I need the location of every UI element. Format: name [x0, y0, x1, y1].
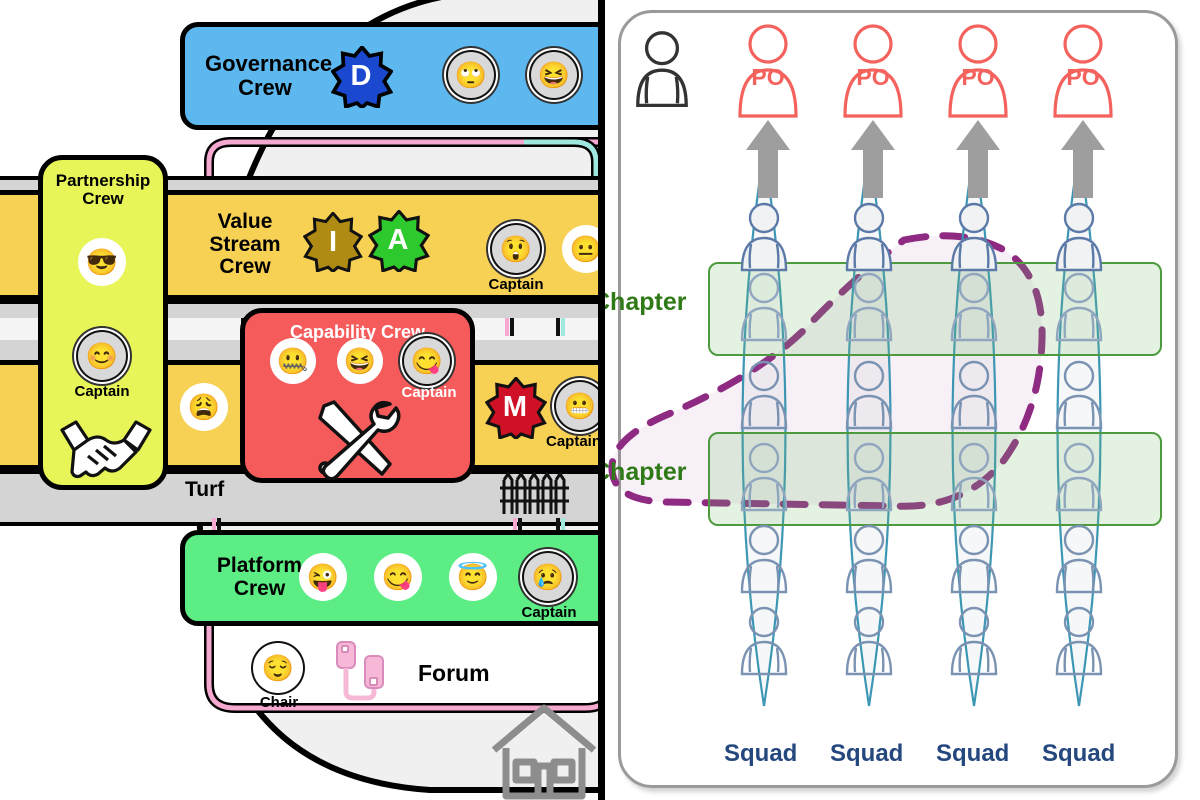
handshake-icon [60, 420, 152, 479]
avatar-member: 😎 [78, 238, 126, 286]
squad-label-1: Squad [724, 740, 798, 767]
badge-M: M [484, 375, 548, 441]
badge-D: D [330, 44, 394, 110]
avatar-member: 😜 [299, 553, 347, 601]
avatar-chair: 😌 [253, 643, 303, 693]
captain-label: Captain [521, 604, 577, 621]
avatar-member: 😋 [374, 553, 422, 601]
squad-member-icon [950, 202, 998, 272]
squad-label-3: Squad [936, 740, 1010, 767]
squad-member-icon [740, 442, 788, 512]
turf-tick [505, 318, 509, 336]
left-panel: Turf Value Stream Crew I A 😲 Captain 😐 😩… [0, 0, 604, 800]
arrow-up-icon [1061, 120, 1105, 198]
badge-A: A [367, 208, 431, 274]
badge-I-letter: I [328, 225, 338, 258]
crew-platform-label: Platform Crew [216, 554, 303, 600]
badge-M-letter: M [502, 390, 528, 423]
turf-tick [561, 318, 565, 336]
avatar-member: 😇 [449, 553, 497, 601]
avatar-member: 🤐 [270, 338, 316, 384]
avatar-captain: 😬 [556, 382, 604, 430]
avatar-member: 🙄 [448, 52, 494, 98]
arrow-up-icon [851, 120, 895, 198]
right-panel: Chapter Chapter PO PO [604, 0, 1200, 800]
squad-member-icon [845, 442, 893, 512]
squad-member-icon [950, 524, 998, 594]
avatar-member: 😩 [180, 383, 228, 431]
squad-member-icon [845, 524, 893, 594]
squad-member-icon [845, 272, 893, 342]
turf-tick [510, 318, 514, 336]
turf-tick [556, 318, 560, 336]
squad-member-icon [740, 202, 788, 272]
arrow-up-icon [956, 120, 1000, 198]
squad-member-icon [950, 272, 998, 342]
badge-D-letter: D [350, 59, 372, 92]
fence-icon [500, 471, 569, 514]
squad-member-icon [1055, 202, 1103, 272]
avatar-captain: 😢 [524, 553, 572, 601]
squad-member-icon [740, 524, 788, 594]
squad-member-icon [1055, 272, 1103, 342]
avatar-captain: 😲 [492, 225, 540, 273]
squad-member-icon [950, 442, 998, 512]
forum-label: Forum [418, 660, 490, 686]
turf-label: Turf [185, 478, 225, 501]
squad-member-icon [845, 360, 893, 430]
crew-value-stream-label: Value Stream Crew [209, 209, 281, 279]
chair-label: Chair [259, 694, 299, 711]
squad-member-icon [1055, 360, 1103, 430]
po-label: PO [856, 64, 890, 90]
squad-label-2: Squad [830, 740, 904, 767]
avatar-member: 😆 [531, 52, 577, 98]
avatar-captain: 😊 [78, 332, 126, 380]
captain-label: Captain [546, 433, 602, 450]
po-label: PO [1066, 64, 1100, 90]
panel-divider [598, 0, 605, 800]
squad-member-icon [950, 606, 998, 676]
chapter-label-1: Chapter [604, 288, 687, 316]
diagram-root: Turf Value Stream Crew I A 😲 Captain 😐 😩… [0, 0, 1200, 800]
crew-governance-label: Governance Crew [205, 51, 333, 100]
squad-member-icon [845, 606, 893, 676]
badge-I: I [302, 210, 364, 274]
badge-A-letter: A [387, 223, 409, 256]
captain-label: Captain [74, 383, 130, 400]
house-icon [491, 704, 597, 800]
squad-member-icon [1055, 524, 1103, 594]
arrow-up-icon [746, 120, 790, 198]
squad-member-icon [950, 360, 998, 430]
squad-member-icon [1055, 442, 1103, 512]
tools-icon [318, 400, 401, 480]
squad-member-icon [740, 272, 788, 342]
person-icon [636, 31, 688, 108]
squad-member-icon [1055, 606, 1103, 676]
cable-icon [336, 641, 384, 701]
squad-label-4: Squad [1042, 740, 1116, 767]
squad-member-icon [740, 606, 788, 676]
avatar-captain: 😋 [404, 338, 450, 384]
avatar-member: 😆 [337, 338, 383, 384]
captain-label: Captain [401, 384, 457, 401]
squad-member-icon [740, 360, 788, 430]
crew-partnership-label: Partnership Crew [55, 171, 151, 209]
po-label: PO [751, 64, 785, 90]
po-label: PO [961, 64, 995, 90]
squad-member-icon [845, 202, 893, 272]
captain-label: Captain [488, 276, 544, 293]
chapter-label-2: Chapter [604, 458, 687, 486]
